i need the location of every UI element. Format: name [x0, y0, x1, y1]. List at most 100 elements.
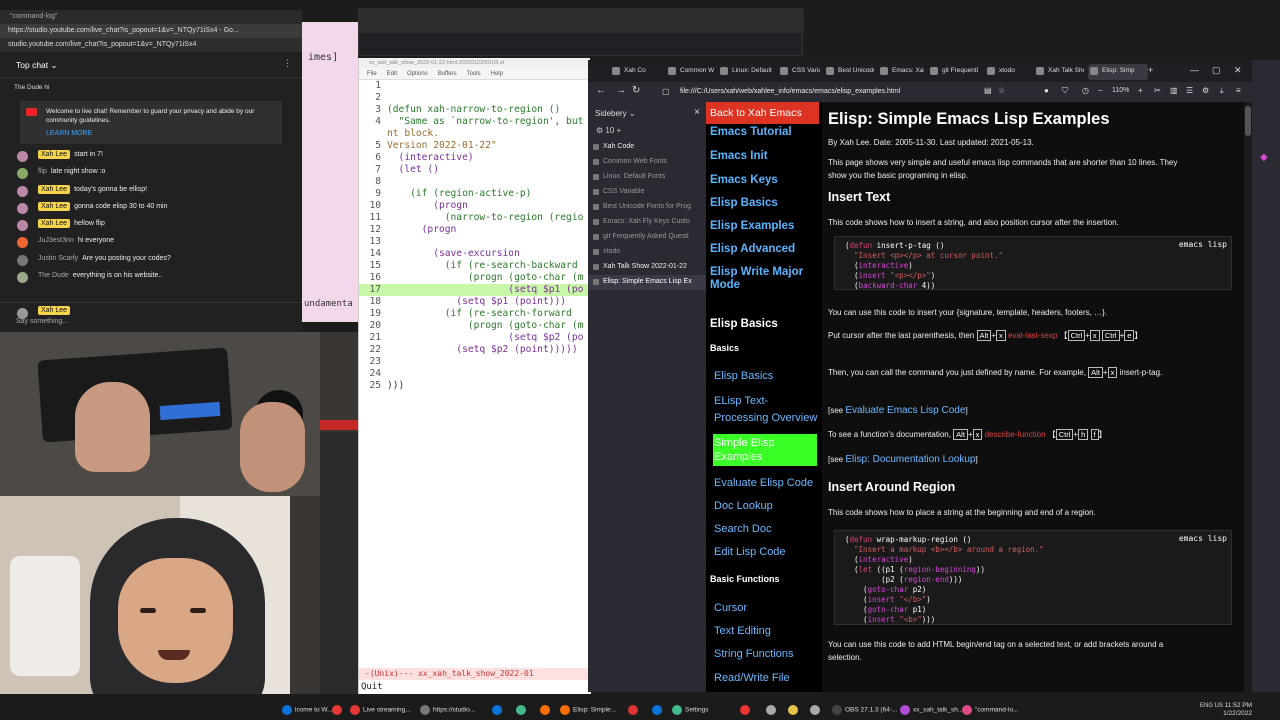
code-block-wrap-markup[interactable]: emacs lisp (defun wrap-markup-region () … [834, 530, 1232, 625]
chrome-icon[interactable] [516, 705, 529, 715]
sidebar-icon[interactable]: ▥ [1170, 86, 1178, 95]
extension-icon[interactable]: ◆ [1260, 152, 1268, 163]
folder-icon[interactable] [788, 705, 801, 715]
zoom-out-icon[interactable]: − [1098, 86, 1103, 95]
link-evaluate-emacs-lisp-code[interactable]: Evaluate Emacs Lisp Code [845, 405, 965, 416]
back-icon[interactable]: ← [596, 85, 606, 96]
sidebery-tab-item[interactable]: Elisp: Simple Emacs Lisp Ex [588, 275, 706, 290]
nav-link[interactable]: Doc Lookup [714, 500, 773, 512]
menu-item-help[interactable]: Help [491, 71, 503, 77]
sidebery-tab-item[interactable]: CSS Variable [588, 185, 706, 200]
menu-item-tools[interactable]: Tools [467, 71, 481, 77]
reader-icon[interactable]: ☰ [1186, 86, 1193, 95]
close-window-icon[interactable]: ✕ [1234, 65, 1242, 76]
menu-item-file[interactable]: File [367, 71, 377, 77]
new-tab-button[interactable]: + [1148, 65, 1153, 75]
nav-link[interactable]: Read/Write File [714, 672, 790, 684]
sidebery-tab-item[interactable]: Linux: Default Fonts [588, 170, 706, 185]
nav-link[interactable]: Elisp Examples [710, 220, 794, 232]
nav-link[interactable]: Emacs Tutorial [710, 126, 792, 138]
minimize-icon[interactable]: — [1190, 65, 1199, 75]
settings-icon[interactable]: ⚙ [1202, 86, 1209, 95]
menu-item-options[interactable]: Options [407, 71, 428, 77]
taskbar-app[interactable]: https://studio... [420, 705, 475, 715]
menu-icon[interactable]: ≡ [1236, 86, 1241, 95]
nav-link[interactable]: String Functions [714, 648, 793, 660]
code-block-insert-p-tag[interactable]: emacs lisp (defun insert-p-tag () "Inser… [834, 236, 1232, 290]
browser-icon[interactable] [332, 705, 345, 715]
screenshot-icon[interactable]: ✂ [1154, 86, 1161, 95]
reload-icon[interactable]: ↻ [632, 85, 640, 96]
browser-tab[interactable]: Xah Talk Show [1034, 64, 1084, 80]
nav-link[interactable]: Search Doc [714, 523, 771, 535]
shield-icon[interactable]: ⛉ [1062, 86, 1068, 96]
code-buffer[interactable]: 1 2 3 (defun xah-narrow-to-region () 4 "Same… [359, 80, 591, 392]
zoom-in-icon[interactable]: + [1138, 86, 1143, 95]
nav-link[interactable]: Elisp Basics [710, 197, 778, 209]
taskbar-app[interactable]: "command-lo... [962, 705, 1019, 715]
taskbar-app[interactable]: OBS 27.1.3 (64-... [832, 705, 897, 715]
back-to-xah-emacs-button[interactable]: Back to Xah Emacs [706, 102, 819, 124]
browser-tab[interactable]: Common We [666, 64, 714, 80]
nav-link[interactable]: Text Editing [714, 625, 771, 637]
zoom-level[interactable]: 110% [1112, 87, 1129, 94]
browser-tab[interactable]: Elisp: Simp [1088, 64, 1148, 80]
chat-input[interactable]: Say something... [16, 318, 286, 325]
browser-tab[interactable]: git Frequentl [928, 64, 980, 80]
sidebery-tab-item[interactable]: Emacs: Xah Fly Keys Custo [588, 215, 706, 230]
browser-tab[interactable]: Emacs: Xah Fi [878, 64, 924, 80]
reader-view-icon[interactable]: ▤ [984, 86, 992, 95]
browser-tab[interactable]: xtodo [985, 64, 1029, 80]
chat-url[interactable]: https://studio.youtube.com/live_chat?is_… [0, 24, 302, 38]
nav-link[interactable]: Edit Lisp Code [714, 546, 786, 558]
taskbar-app[interactable]: xx_xah_talk_sh... [900, 705, 963, 715]
input-language[interactable]: ENG US [1200, 702, 1223, 710]
nav-link[interactable]: Evaluate Elisp Code [714, 477, 813, 489]
app-icon[interactable] [766, 705, 779, 715]
sidebery-tab-item[interactable]: Common Web Fonts [588, 155, 706, 170]
nav-link[interactable]: Cursor [714, 602, 747, 614]
settings-icon[interactable]: ⚙ [596, 126, 603, 135]
page-scrollbar[interactable] [1244, 102, 1252, 692]
nav-link[interactable]: Elisp Write Major Mode [710, 266, 818, 292]
nav-link[interactable]: Elisp Basics [714, 370, 773, 382]
taskbar-app[interactable]: Elisp: Simple... [560, 705, 616, 715]
sidebery-tab-item[interactable]: Xah Talk Show 2022-01-22 [588, 260, 706, 275]
chevron-down-icon[interactable]: ⌄ [629, 109, 636, 118]
nav-link-current[interactable]: Simple Elisp Examples [713, 434, 817, 466]
app-icon[interactable] [740, 705, 753, 715]
download-icon[interactable]: ⤓ [1220, 86, 1224, 96]
sidebery-tab-item[interactable]: xtodo [588, 245, 706, 260]
sidebery-tab-item[interactable]: Xah Code [588, 140, 706, 155]
top-chat-dropdown[interactable]: Top chat ⌄ [16, 60, 58, 70]
menu-item-buffers[interactable]: Buffers [438, 71, 457, 77]
nav-link[interactable]: Elisp Advanced [710, 243, 795, 255]
sidebery-tab-item[interactable]: Best Unicode Fonts for Prog [588, 200, 706, 215]
taskbar-app[interactable]: lcome to W... [282, 705, 333, 715]
taskbar-app[interactable]: Settings [672, 705, 709, 715]
more-options-icon[interactable]: ⋮ [283, 58, 292, 69]
bookmark-star-icon[interactable]: ☆ [998, 86, 1005, 95]
taskbar-app[interactable]: Live streaming... [350, 705, 411, 715]
learn-more-link[interactable]: LEARN MORE [46, 129, 276, 138]
browser-tab[interactable]: CSS Variable [778, 64, 820, 80]
nav-link[interactable]: Emacs Keys [710, 174, 778, 186]
menu-item-edit[interactable]: Edit [387, 71, 397, 77]
app-icon[interactable] [628, 705, 641, 715]
clock[interactable]: 11:52 PM 1/22/2022 [1223, 702, 1252, 718]
browser-tab[interactable]: Best Unicode [824, 64, 874, 80]
close-icon[interactable]: × [694, 107, 700, 118]
nav-link[interactable]: ELisp Text-Processing Overview [714, 393, 820, 427]
history-icon[interactable]: ◷ [1082, 86, 1089, 95]
add-icon[interactable]: + [617, 126, 622, 135]
page-info-icon[interactable]: ▢ [662, 87, 670, 96]
edge-icon[interactable] [492, 705, 505, 715]
app-icon[interactable] [810, 705, 823, 715]
app-icon[interactable] [652, 705, 665, 715]
browser-tab[interactable]: Xah Co [610, 64, 662, 80]
extension-icon[interactable]: ● [1044, 86, 1049, 95]
panel-count-icon[interactable]: 10 [605, 126, 614, 135]
emacs-minibuffer[interactable]: Quit [359, 680, 591, 694]
browser-tab[interactable]: Linux: Default [718, 64, 774, 80]
nav-link[interactable]: Emacs Init [710, 150, 768, 162]
